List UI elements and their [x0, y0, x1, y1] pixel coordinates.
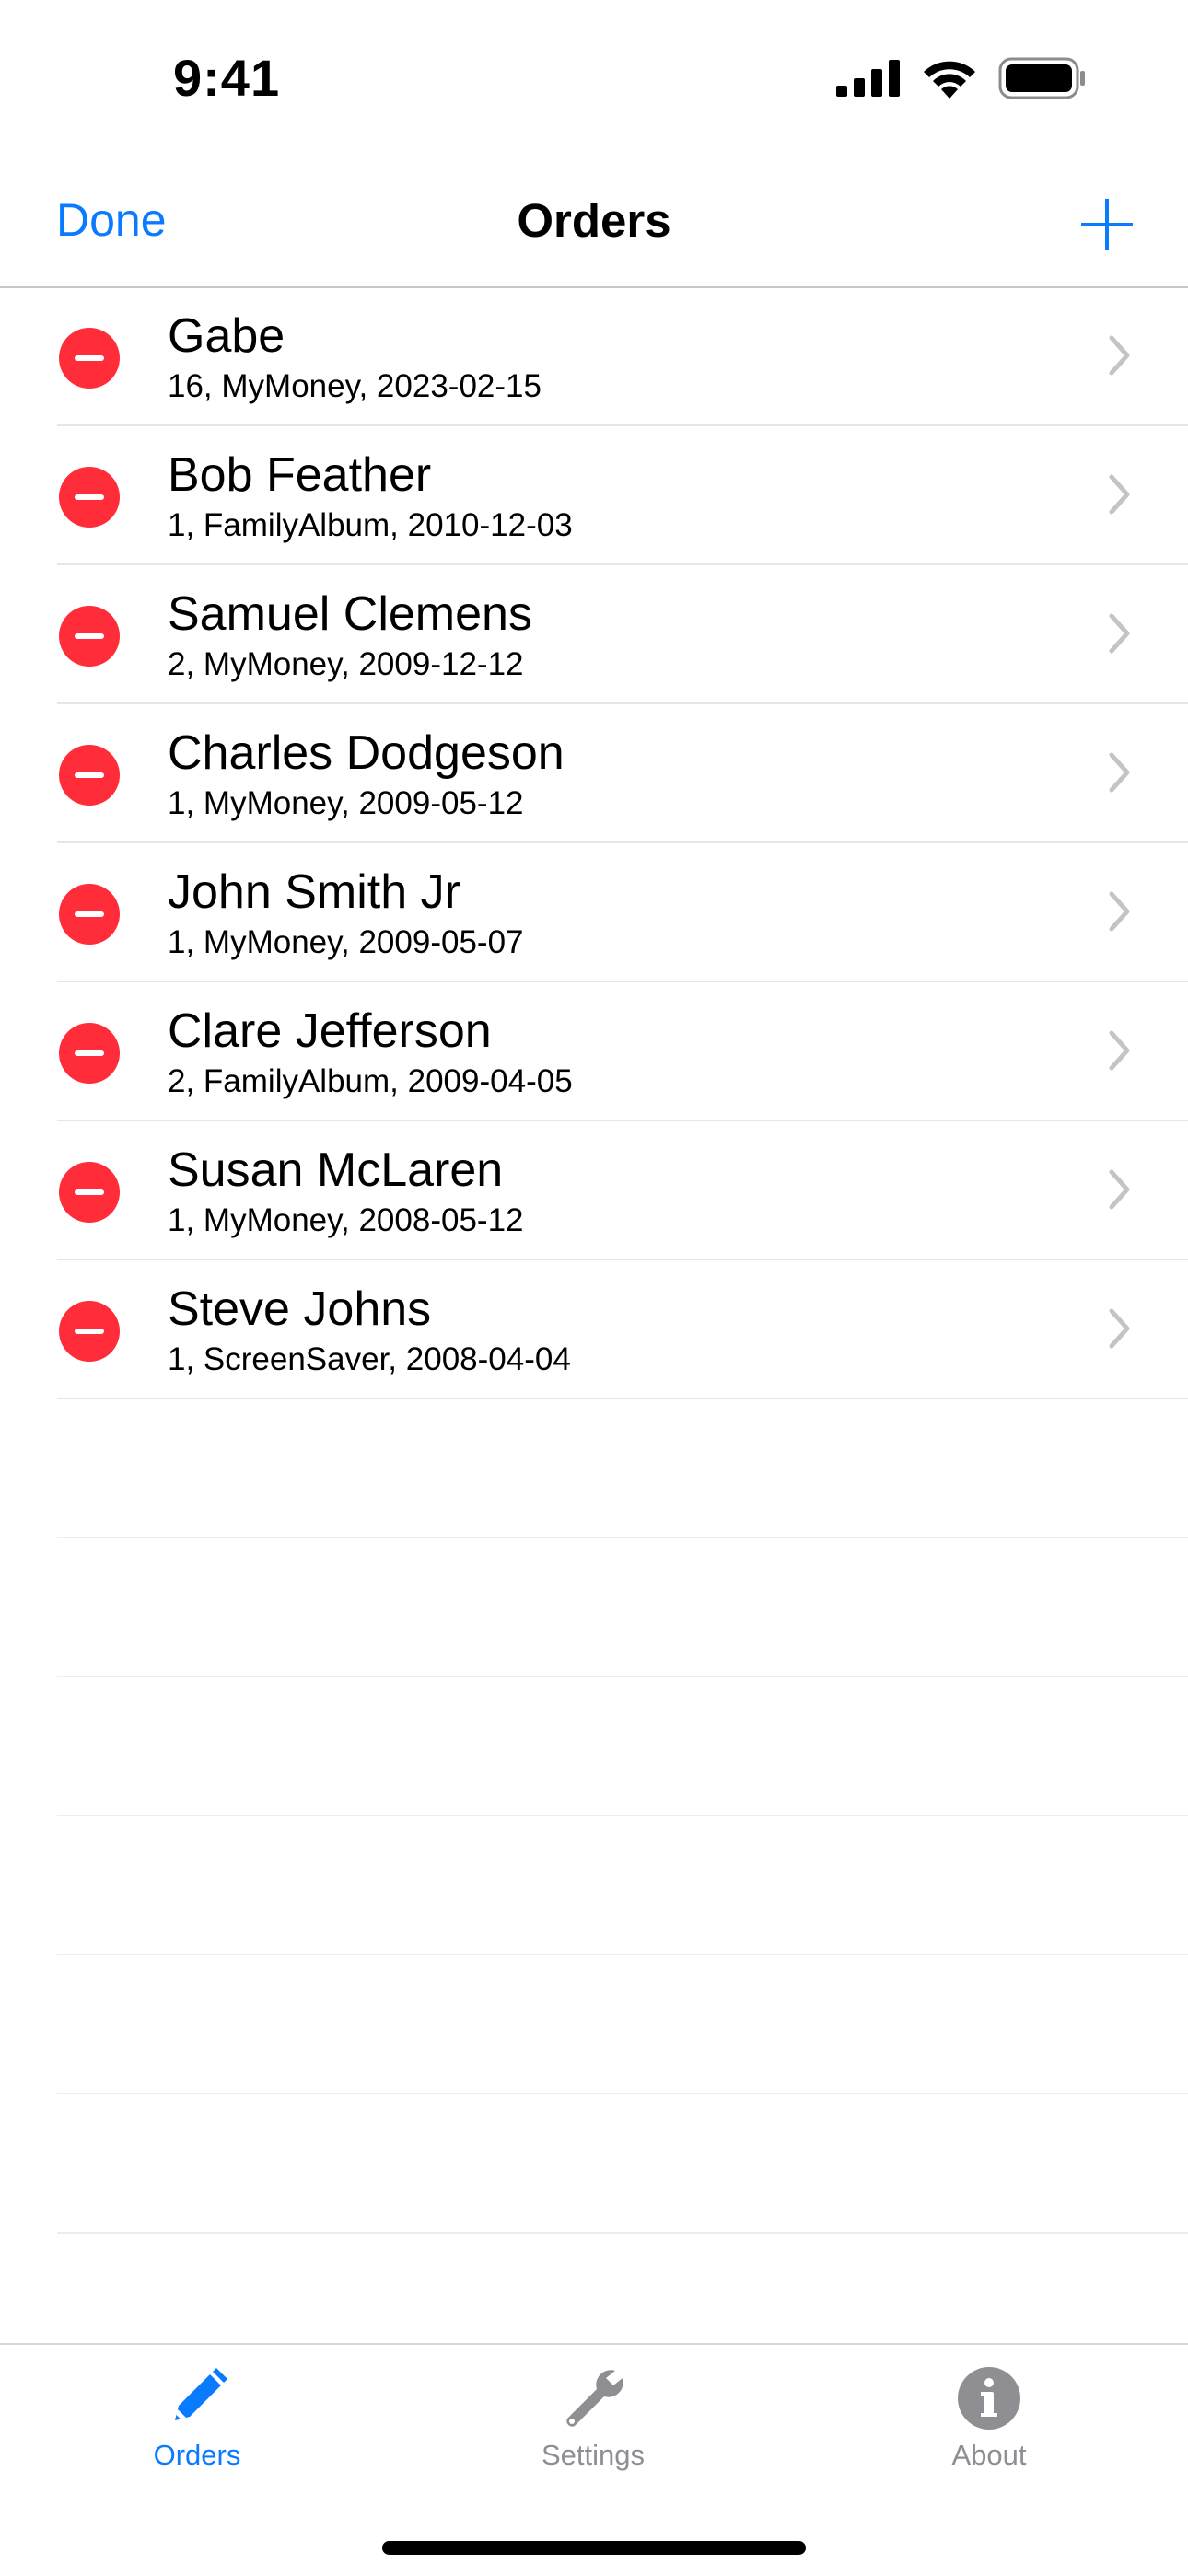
order-detail: 1, MyMoney, 2009-05-07: [168, 924, 524, 960]
list-item[interactable]: Clare Jefferson 2, FamilyAlbum, 2009-04-…: [0, 982, 1188, 1121]
order-detail: 1, ScreenSaver, 2008-04-04: [168, 1341, 571, 1377]
info-icon: [958, 2367, 1020, 2430]
order-name: Bob Feather: [168, 448, 432, 502]
add-order-button[interactable]: [1081, 199, 1133, 250]
empty-list-row: [0, 1677, 1188, 1816]
plus-icon: [1081, 199, 1133, 250]
wifi-icon: [924, 61, 975, 99]
order-detail: 16, MyMoney, 2023-02-15: [168, 368, 542, 404]
empty-list-row: [0, 1955, 1188, 2094]
empty-list-row: [0, 2094, 1188, 2234]
navigation-bar: Done Orders: [0, 157, 1188, 288]
order-name: Charles Dodgeson: [168, 726, 565, 780]
chevron-right-icon: [1109, 891, 1130, 932]
order-name: Susan McLaren: [168, 1143, 504, 1197]
delete-minus-icon[interactable]: [59, 1301, 120, 1362]
list-item[interactable]: Steve Johns 1, ScreenSaver, 2008-04-04: [0, 1260, 1188, 1399]
orders-list: Gabe 16, MyMoney, 2023-02-15 Bob Feather…: [0, 287, 1188, 2234]
status-time: 9:41: [173, 49, 281, 107]
tab-label: Orders: [153, 2439, 241, 2471]
order-detail: 1, MyMoney, 2008-05-12: [168, 1202, 524, 1238]
list-item[interactable]: Charles Dodgeson 1, MyMoney, 2009-05-12: [0, 704, 1188, 843]
chevron-right-icon: [1109, 1030, 1130, 1071]
delete-minus-icon[interactable]: [59, 745, 120, 806]
pencil-icon: [175, 2368, 227, 2420]
order-name: Clare Jefferson: [168, 1004, 492, 1058]
empty-list-row: [0, 1538, 1188, 1677]
chevron-right-icon: [1109, 613, 1130, 654]
chevron-right-icon: [1109, 335, 1130, 376]
order-detail: 2, MyMoney, 2009-12-12: [168, 646, 524, 682]
tab-label: Settings: [541, 2439, 645, 2471]
delete-minus-icon[interactable]: [59, 1023, 120, 1084]
delete-minus-icon[interactable]: [59, 884, 120, 945]
delete-minus-icon[interactable]: [59, 467, 120, 528]
home-indicator[interactable]: [382, 2541, 806, 2555]
tab-orders[interactable]: Orders: [105, 2365, 289, 2485]
delete-minus-icon[interactable]: [59, 1162, 120, 1223]
empty-list-row: [0, 1816, 1188, 1955]
order-name: Steve Johns: [168, 1282, 432, 1336]
tab-settings[interactable]: Settings: [501, 2365, 685, 2485]
battery-icon: [998, 57, 1085, 99]
chevron-right-icon: [1109, 752, 1130, 793]
page-title: Orders: [517, 194, 671, 247]
status-icons: [836, 55, 1087, 101]
order-detail: 1, FamilyAlbum, 2010-12-03: [168, 507, 573, 543]
list-item[interactable]: Samuel Clemens 2, MyMoney, 2009-12-12: [0, 565, 1188, 704]
list-item[interactable]: Bob Feather 1, FamilyAlbum, 2010-12-03: [0, 426, 1188, 565]
list-item[interactable]: Susan McLaren 1, MyMoney, 2008-05-12: [0, 1121, 1188, 1260]
list-item[interactable]: John Smith Jr 1, MyMoney, 2009-05-07: [0, 843, 1188, 982]
order-name: John Smith Jr: [168, 865, 460, 919]
tab-label: About: [951, 2439, 1027, 2471]
status-bar: 9:41: [0, 0, 1188, 157]
order-detail: 2, FamilyAlbum, 2009-04-05: [168, 1063, 573, 1099]
wrench-icon: [566, 2370, 623, 2427]
chevron-right-icon: [1109, 1169, 1130, 1210]
order-detail: 1, MyMoney, 2009-05-12: [168, 785, 524, 821]
order-name: Gabe: [168, 309, 285, 363]
list-item[interactable]: Gabe 16, MyMoney, 2023-02-15: [0, 287, 1188, 426]
chevron-right-icon: [1109, 1308, 1130, 1349]
cellular-signal-icon: [836, 60, 900, 97]
tab-about[interactable]: About: [897, 2365, 1081, 2485]
delete-minus-icon[interactable]: [59, 328, 120, 389]
delete-minus-icon[interactable]: [59, 606, 120, 667]
order-name: Samuel Clemens: [168, 587, 532, 641]
chevron-right-icon: [1109, 474, 1130, 515]
empty-list-row: [0, 1399, 1188, 1538]
